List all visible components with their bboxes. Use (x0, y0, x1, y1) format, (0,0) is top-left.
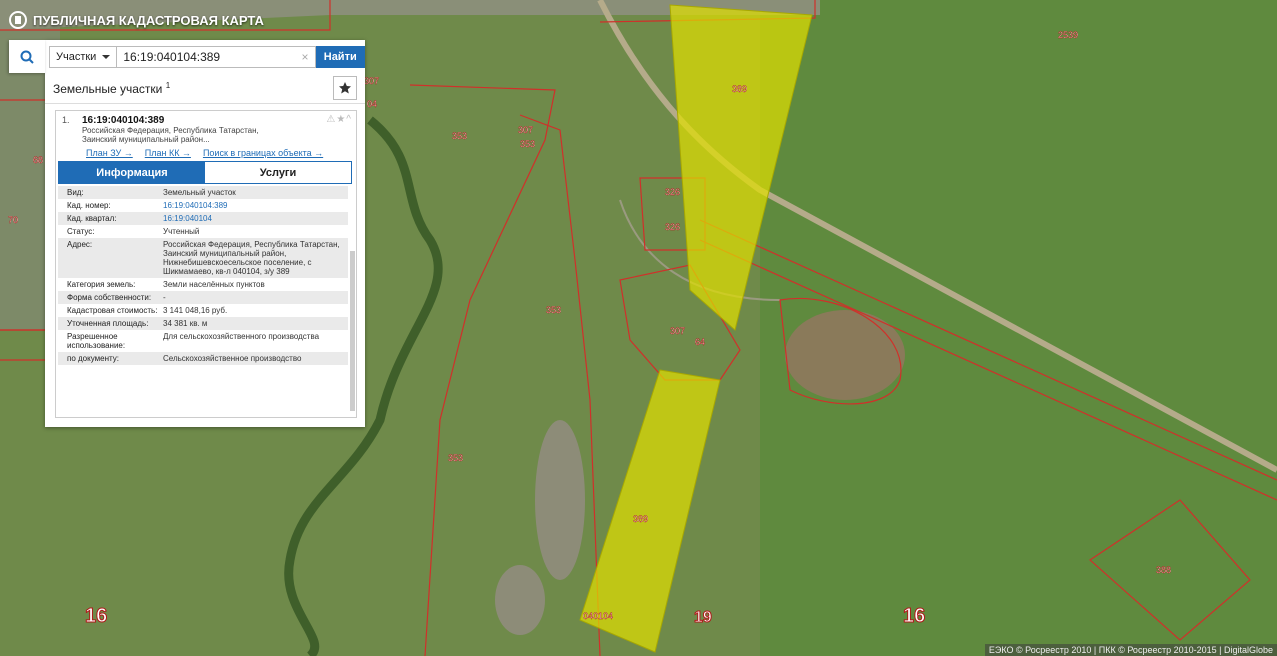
attribute-value: Российская Федерация, Республика Татарст… (163, 240, 340, 276)
map-label-307: 307 (670, 326, 685, 336)
attribute-key: Кадастровая стоимость: (67, 306, 158, 315)
attribute-row: Кадастровая стоимость: 3 141 048,16 руб. (58, 304, 348, 317)
map-label-326: 326 (665, 222, 680, 232)
star-icon (339, 82, 351, 94)
attribute-row: по документу: Сельскохозяйственное произв… (58, 352, 348, 365)
warning-icon[interactable]: ⚠ (326, 114, 336, 125)
result-address-line: Заинский муниципальный район... (82, 135, 210, 144)
plan-zu-link[interactable]: План ЗУ → (86, 148, 133, 158)
map-label-70: 70 (8, 215, 18, 225)
attribute-value: Земли населённых пунктов (163, 280, 265, 289)
attribute-key: Категория земель: (67, 280, 136, 289)
result-actions[interactable]: ⚠★^ (326, 114, 352, 125)
search-panel: Участки 16:19:040104:389 × Найти Земельн… (9, 40, 365, 427)
clear-icon[interactable]: × (301, 50, 308, 64)
attribute-key: по документу: (67, 354, 119, 363)
result-index: 1. (62, 115, 70, 125)
attribute-key: Форма собственности: (67, 293, 152, 302)
map-label-326: 326 (665, 187, 680, 197)
map-label-307: 307 (364, 76, 379, 86)
attribute-row: Вид: Земельный участок (58, 186, 348, 199)
attribute-key: Адрес: (67, 240, 93, 249)
copyright: ЕЭКО © Росреестр 2010 | ПКК © Росреестр … (984, 644, 1277, 656)
attribute-value: - (163, 293, 166, 302)
logo-icon (9, 11, 27, 29)
favorites-button[interactable] (333, 76, 357, 100)
attribute-row: Уточненная площадь: 34 381 кв. м (58, 317, 348, 330)
search-input[interactable]: 16:19:040104:389 × (117, 45, 316, 68)
map-label-353: 353 (448, 453, 463, 463)
find-button[interactable]: Найти (315, 45, 365, 68)
attribute-row: Форма собственности: - (58, 291, 348, 304)
attribute-row: Адрес: Российская Федерация, Республика Т… (58, 238, 348, 278)
map-label-307: 307 (518, 125, 533, 135)
map-label-389: 389 (633, 514, 648, 524)
map-label-389: 389 (732, 84, 747, 94)
attribute-value: Земельный участок (163, 188, 236, 197)
map-label-04: 04 (367, 99, 377, 109)
result-address-line: Российская Федерация, Республика Татарст… (82, 126, 259, 135)
star-icon[interactable]: ★ (336, 114, 346, 125)
zone-label-16: 16 (903, 605, 925, 627)
attribute-row: Категория земель: Земли населённых пункто… (58, 278, 348, 291)
attribute-key: Кад. номер: (67, 201, 111, 210)
map-label-353: 353 (520, 139, 535, 149)
zone-label-16: 16 (85, 605, 107, 627)
attribute-table: Вид: Земельный участок Кад. номер: 16:19:0… (58, 186, 348, 365)
attribute-value: Учтенный (163, 227, 200, 236)
map-label-353: 353 (546, 305, 561, 315)
attribute-row: Разрешенное использование: Для сельскохоз… (58, 330, 348, 352)
search-type-label: Участки (56, 50, 97, 63)
map-label-2539: 2539 (1058, 30, 1078, 40)
attribute-key: Кад. квартал: (67, 214, 117, 223)
app-header: ПУБЛИЧНАЯ КАДАСТРОВАЯ КАРТА (0, 0, 330, 40)
result-card: 1. 16:19:040104:389 Российская Федерация… (55, 110, 357, 418)
attribute-row: Статус: Учтенный (58, 225, 348, 238)
results-count: 1 (165, 80, 171, 90)
search-in-bounds-link[interactable]: Поиск в границах объекта → (203, 148, 323, 158)
map-label-64: 64 (695, 337, 705, 347)
attribute-value: 3 141 048,16 руб. (163, 306, 228, 315)
attribute-key: Статус: (67, 227, 95, 236)
results-title: Земельные участки 1 (53, 80, 171, 96)
zone-label-19: 19 (694, 609, 712, 626)
attribute-value[interactable]: 16:19:040104:389 (163, 201, 348, 210)
attribute-value: 34 381 кв. м (163, 319, 208, 328)
tab-info[interactable]: Информация (59, 162, 205, 183)
attribute-key: Уточненная площадь: (67, 319, 149, 328)
scrollbar[interactable] (350, 251, 355, 411)
attribute-value: Сельскохозяйственное производство (163, 354, 302, 363)
chevron-down-icon (102, 54, 111, 59)
attribute-value: Для сельскохозяйственного производства (163, 332, 320, 341)
chevron-up-icon[interactable]: ^ (346, 114, 352, 125)
result-links: План ЗУ → План КК → Поиск в границах объ… (86, 148, 356, 158)
map-label-388: 388 (1156, 565, 1171, 575)
app-title: ПУБЛИЧНАЯ КАДАСТРОВАЯ КАРТА (33, 12, 264, 28)
attribute-key: Вид: (67, 188, 84, 197)
map-label-040104: 040104 (583, 611, 613, 621)
result-cad-number[interactable]: 16:19:040104:389 (82, 115, 350, 126)
attribute-row: Кад. квартал: 16:19:040104 (58, 212, 348, 225)
attribute-row: Кад. номер: 16:19:040104:389 (58, 199, 348, 212)
tab-services[interactable]: Услуги (205, 162, 351, 183)
search-bar: Участки 16:19:040104:389 × Найти (9, 40, 365, 73)
map-label-353: 353 (452, 131, 467, 141)
attribute-value[interactable]: 16:19:040104 (163, 214, 348, 223)
map-label-68: 68 (33, 155, 43, 165)
result-tabs: Информация Услуги (58, 161, 352, 184)
search-query: 16:19:040104:389 (123, 49, 221, 64)
search-type-select[interactable]: Участки (49, 45, 118, 68)
results-header: Земельные участки 1 (45, 73, 365, 104)
plan-kk-link[interactable]: План КК → (145, 148, 191, 158)
attribute-key: Разрешенное использование: (67, 332, 126, 350)
search-icon[interactable] (9, 40, 45, 73)
